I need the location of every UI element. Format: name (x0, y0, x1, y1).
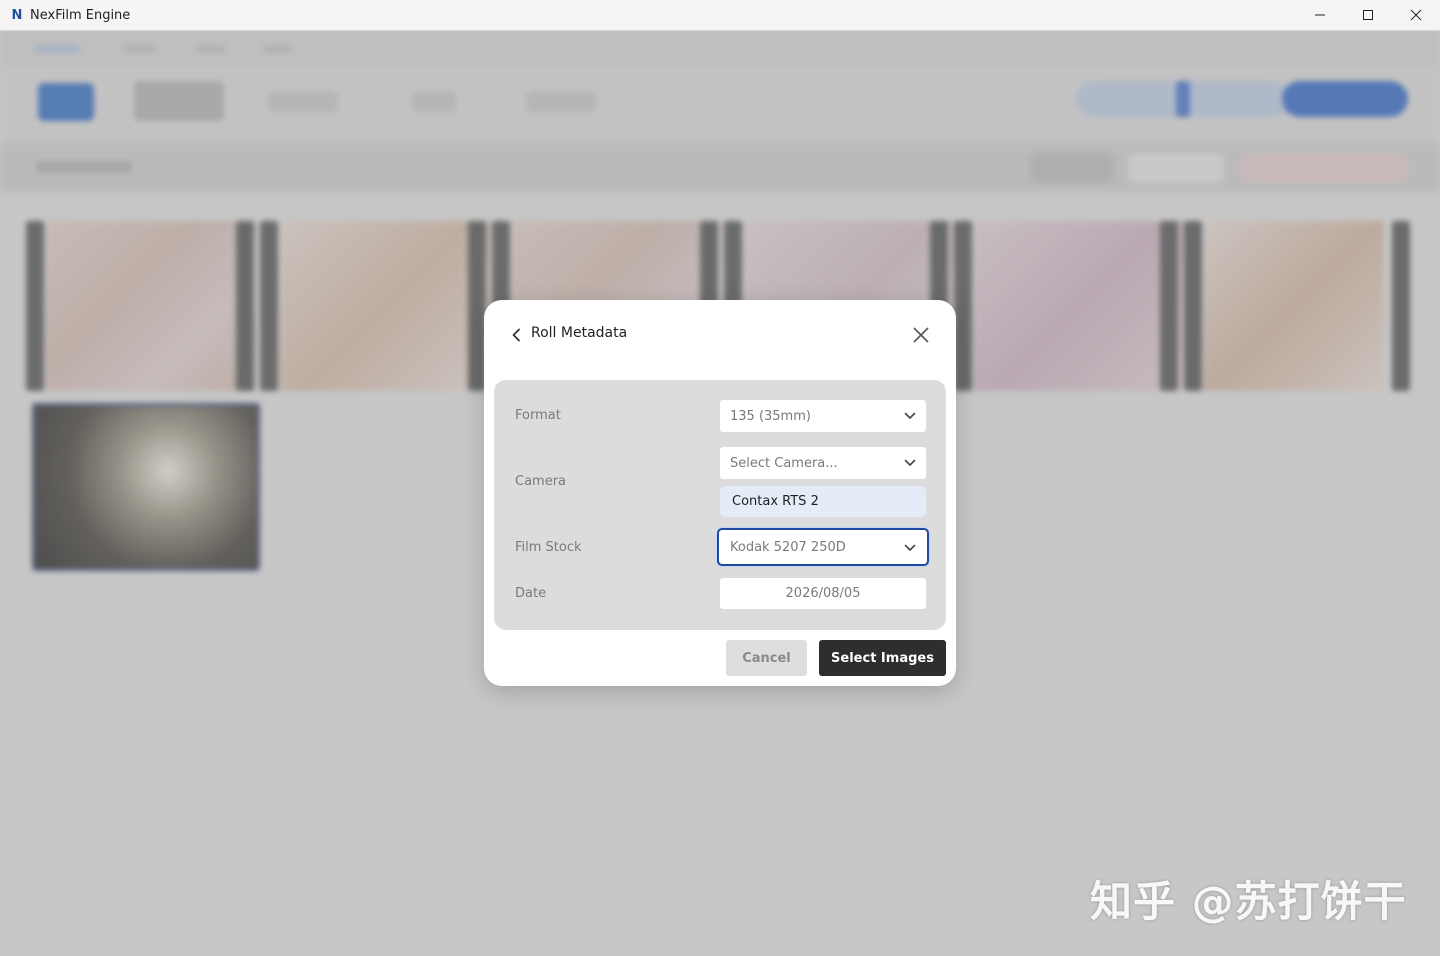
window-title: NexFilm Engine (30, 7, 131, 23)
maximize-button[interactable] (1344, 0, 1392, 30)
minimize-button[interactable] (1296, 0, 1344, 30)
close-dialog-button[interactable] (910, 324, 932, 346)
minimize-icon (1315, 14, 1325, 16)
film-stock-label: Film Stock (515, 540, 582, 555)
format-value: 135 (35mm) (730, 408, 811, 424)
close-icon (913, 327, 929, 343)
camera-placeholder: Select Camera... (730, 455, 838, 471)
camera-label: Camera (515, 474, 567, 489)
camera-select[interactable]: Select Camera... (720, 447, 926, 479)
date-field[interactable]: 2026/08/05 (720, 578, 926, 609)
maximize-icon (1363, 10, 1373, 20)
metadata-form: Format 135 (35mm) Camera Select Camera..… (494, 380, 946, 630)
close-window-icon (1410, 9, 1422, 21)
chevron-down-icon (904, 412, 916, 419)
roll-metadata-dialog: Roll Metadata Format 135 (35mm) Camera S… (484, 300, 956, 686)
app-window: N NexFilm Engine Roll Metadata Format 13… (0, 0, 1440, 956)
film-stock-select[interactable]: Kodak 5207 250D (717, 528, 929, 566)
date-value: 2026/08/05 (785, 586, 861, 601)
window-controls (1296, 0, 1440, 30)
title-bar: N NexFilm Engine (0, 0, 1440, 31)
format-select[interactable]: 135 (35mm) (720, 400, 926, 432)
chevron-left-icon (512, 328, 520, 342)
cancel-button[interactable]: Cancel (726, 640, 807, 676)
app-logo-icon: N (11, 7, 23, 23)
dialog-title: Roll Metadata (531, 325, 628, 341)
back-button[interactable] (506, 324, 526, 346)
chevron-down-icon (904, 459, 916, 466)
date-label: Date (515, 586, 547, 601)
close-window-button[interactable] (1392, 0, 1440, 30)
dialog-header: Roll Metadata (484, 300, 956, 370)
watermark-text: 知乎 @苏打饼干 (1090, 877, 1407, 926)
select-images-button[interactable]: Select Images (819, 640, 946, 676)
format-label: Format (515, 408, 561, 423)
selected-camera-label: Contax RTS 2 (732, 494, 819, 509)
selected-camera-chip[interactable]: Contax RTS 2 (720, 486, 926, 517)
film-stock-value: Kodak 5207 250D (730, 539, 846, 555)
chevron-down-icon (904, 544, 916, 551)
